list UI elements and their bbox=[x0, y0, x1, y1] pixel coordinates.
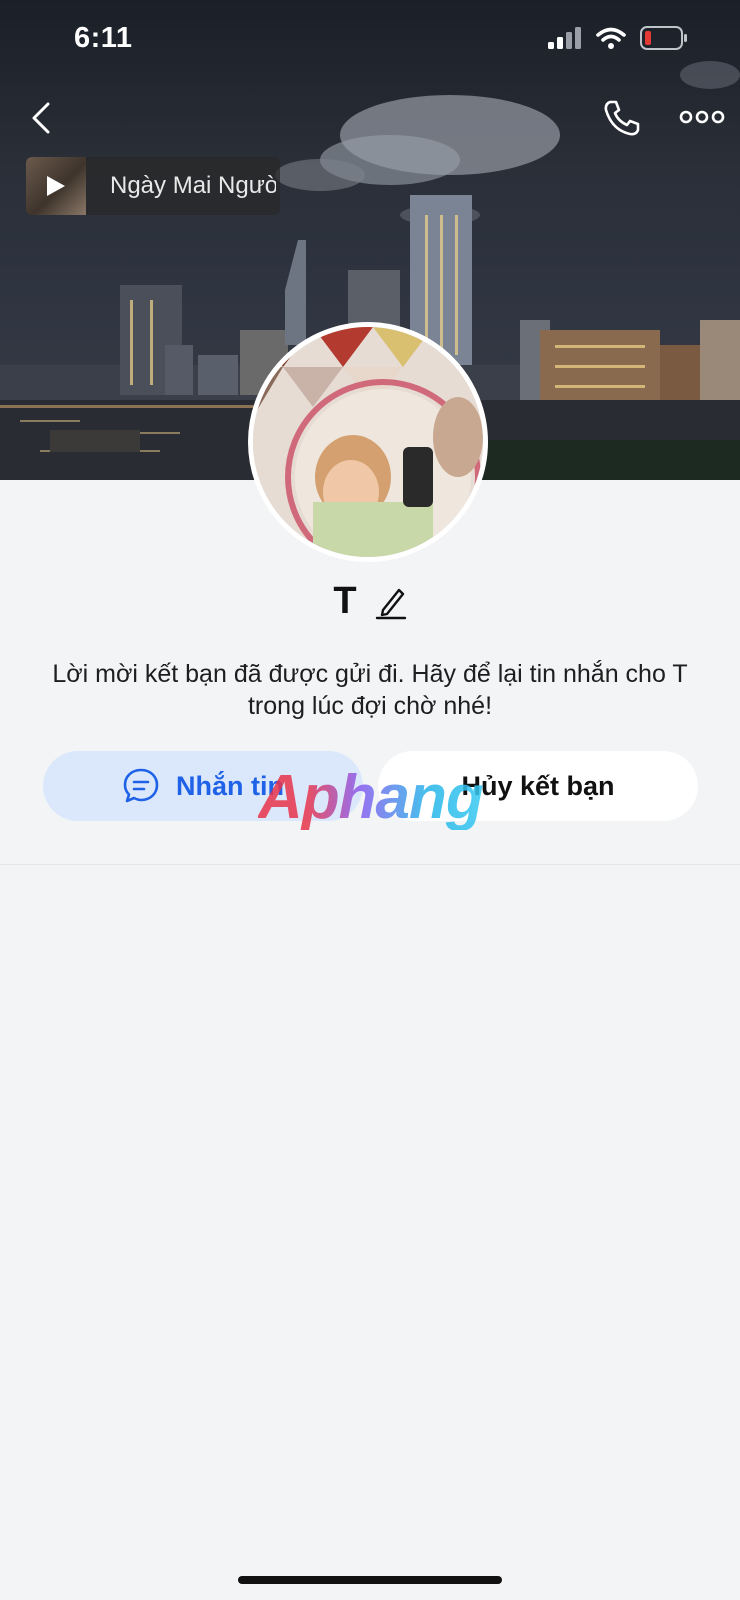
music-player-chip[interactable]: Ngày Mai Ngườ bbox=[26, 157, 280, 215]
album-thumbnail bbox=[26, 157, 86, 215]
profile-name: T bbox=[333, 580, 357, 622]
home-indicator[interactable] bbox=[238, 1576, 502, 1584]
cancel-button-label: Hủy kết bạn bbox=[461, 770, 615, 801]
chat-icon bbox=[123, 768, 159, 803]
phone-icon[interactable] bbox=[600, 96, 644, 140]
section-divider bbox=[0, 864, 740, 865]
avatar[interactable] bbox=[248, 322, 488, 562]
status-icons bbox=[548, 26, 688, 50]
more-icon[interactable] bbox=[678, 100, 726, 134]
battery-icon bbox=[640, 26, 687, 50]
back-icon[interactable] bbox=[24, 96, 64, 140]
friend-request-message: Lời mời kết bạn đã được gửi đi. Hãy để l… bbox=[52, 660, 688, 720]
signal-icon bbox=[548, 27, 581, 49]
play-icon[interactable] bbox=[45, 174, 67, 198]
status-time: 6:11 bbox=[74, 22, 133, 54]
watermark-logo: Aphang bbox=[258, 763, 484, 832]
wifi-icon bbox=[596, 27, 626, 49]
profile-name-row: T bbox=[0, 580, 740, 623]
edit-icon[interactable] bbox=[375, 584, 407, 620]
avatar-photo bbox=[253, 327, 483, 557]
music-title: Ngày Mai Ngườ bbox=[110, 172, 276, 199]
